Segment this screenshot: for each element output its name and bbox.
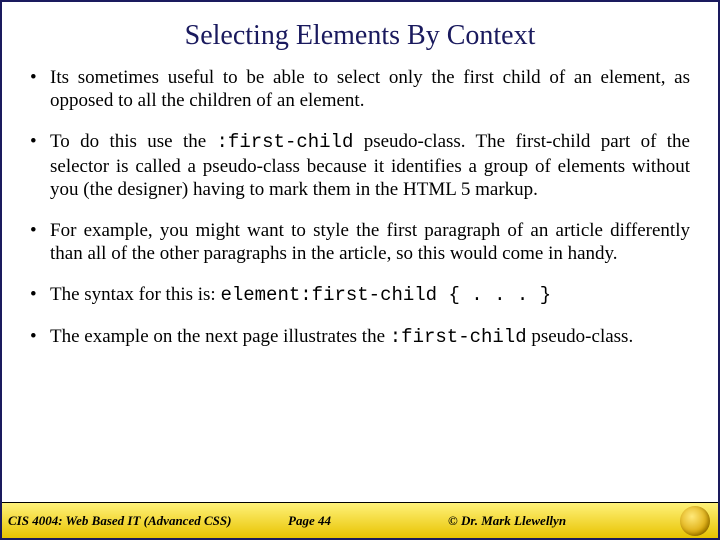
footer-course: CIS 4004: Web Based IT (Advanced CSS)	[8, 513, 288, 529]
footer-page: Page 44	[288, 513, 428, 529]
bullet-item: To do this use the :first-child pseudo-c…	[30, 130, 690, 201]
bullet-item: The example on the next page illustrates…	[30, 325, 690, 349]
bullet-list: Its sometimes useful to be able to selec…	[30, 66, 690, 350]
bullet-text: For example, you might want to style the…	[50, 220, 690, 264]
footer-author: © Dr. Mark Llewellyn	[428, 513, 712, 529]
bullet-text: To do this use the	[50, 131, 217, 152]
bullet-item: For example, you might want to style the…	[30, 219, 690, 265]
bullet-text: pseudo-class.	[527, 326, 634, 347]
bullet-item: The syntax for this is: element:first-ch…	[30, 283, 690, 307]
footer: CIS 4004: Web Based IT (Advanced CSS) Pa…	[2, 502, 718, 538]
slide: Selecting Elements By Context Its someti…	[0, 0, 720, 540]
slide-content: Its sometimes useful to be able to selec…	[2, 62, 718, 502]
code-text: :first-child	[390, 326, 527, 348]
code-text: element:first-child { . . . }	[220, 284, 551, 306]
slide-title: Selecting Elements By Context	[2, 2, 718, 62]
bullet-item: Its sometimes useful to be able to selec…	[30, 66, 690, 112]
ucf-logo-icon	[680, 506, 710, 536]
bullet-text: The syntax for this is:	[50, 284, 220, 305]
bullet-text: Its sometimes useful to be able to selec…	[50, 67, 690, 111]
bullet-text: The example on the next page illustrates…	[50, 326, 390, 347]
code-text: :first-child	[217, 131, 354, 153]
